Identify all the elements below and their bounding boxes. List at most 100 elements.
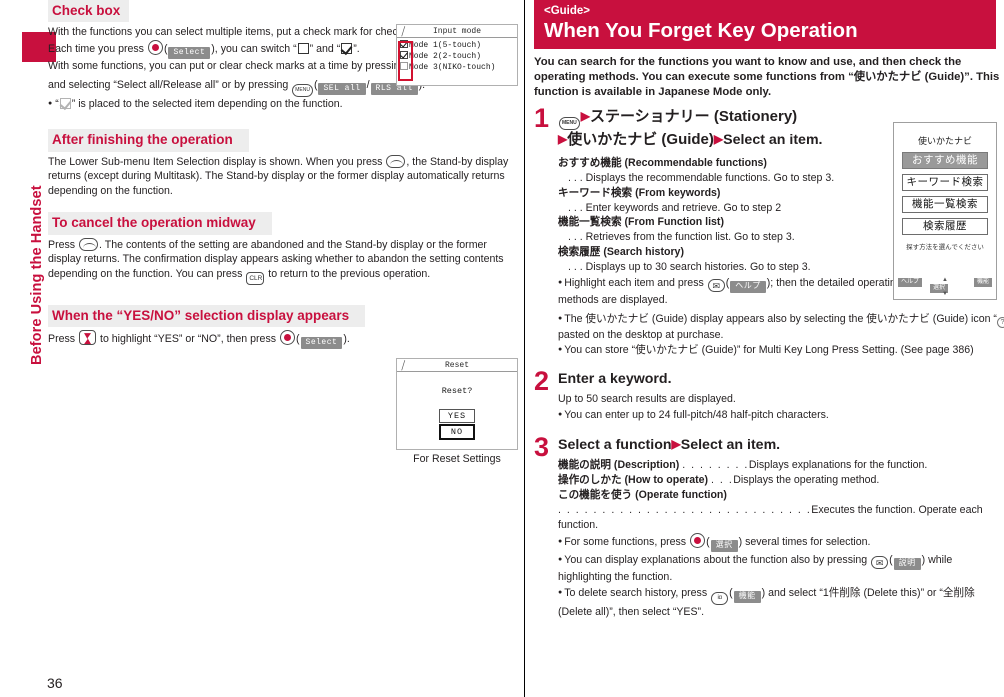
- reset-dialog-body: Reset? YES NO: [397, 372, 517, 440]
- note-text-a: For some functions, press: [564, 536, 687, 549]
- option-row: 機能の説明 (Description) . . . . . . . .Displ…: [558, 458, 1004, 473]
- page-number: 36: [47, 675, 63, 691]
- figure-caption: For Reset Settings: [413, 453, 501, 465]
- figure-guide-screen: 使いかたナビ おすすめ機能 キーワード検索 機能一覧検索 検索履歴 探す方法を選…: [893, 122, 997, 300]
- reset-question: Reset?: [441, 386, 473, 396]
- figure-input-mode: ╱ Input mode Mode 1(5-touch) Mode 2(2-to…: [396, 24, 518, 86]
- explain-softkey-label: 説明: [893, 558, 921, 571]
- menu-key-icon: MENU: [292, 83, 313, 97]
- option-name-en: (Description): [613, 459, 680, 472]
- section-heading: To cancel the operation midway: [48, 212, 272, 235]
- note-bullet: Highlight each item and press ✉(ヘルプ); th…: [558, 276, 908, 308]
- option-name-en: (From Function list): [624, 216, 724, 229]
- note-bullet: You can display explanations about the f…: [558, 553, 1004, 585]
- note-bullet: For some functions, press (選択) several t…: [558, 533, 1004, 553]
- step-title: Enter a keyword.: [558, 371, 672, 388]
- option-name-en: (Operate function): [635, 488, 727, 501]
- step-title: Select a function▶Select an item.: [558, 436, 1004, 454]
- paragraph-part-a: Press: [48, 333, 76, 346]
- option-name-jp: 機能の説明: [558, 459, 611, 472]
- side-tab-label: Before Using the Handset: [29, 185, 45, 365]
- step-number: 2: [534, 366, 550, 397]
- softkey-left[interactable]: ヘルプ: [898, 278, 923, 287]
- step-body: 機能の説明 (Description) . . . . . . . .Displ…: [558, 458, 1004, 620]
- step-note: Up to 50 search results are displayed.: [558, 393, 736, 406]
- yes-button[interactable]: YES: [439, 409, 475, 423]
- select-softkey-label: Select: [300, 337, 343, 350]
- right-column: <Guide> When You Forget Key Operation Yo…: [534, 0, 1004, 620]
- section-heading: After finishing the operation: [48, 129, 249, 152]
- side-tab: Before Using the Handset: [0, 32, 56, 365]
- softkey-right[interactable]: 機能: [973, 278, 992, 287]
- step-3: 3 Select a function▶Select an item. 機能の説…: [534, 434, 1004, 620]
- guide-menu-item-keyword[interactable]: キーワード検索: [902, 174, 988, 191]
- screenshot-title-bar: ╱ Input mode: [397, 25, 517, 38]
- arrow-icon: ▶: [671, 437, 681, 452]
- option-description: . . . Displays up to 30 search histories…: [568, 260, 811, 273]
- guide-screen-title: 使いかたナビ: [917, 136, 972, 146]
- note-text: You can store “使いかたナビ (Guide)” for Multi…: [564, 344, 974, 357]
- help-softkey-label: ヘルプ: [730, 280, 766, 293]
- i-alpha-key-icon: iɑ: [711, 592, 729, 606]
- option-row-long: . . . . . . . . . . . . . . . . . . . . …: [558, 503, 1004, 533]
- step-title-line-2-jp: 使いかたナビ (Guide): [567, 130, 714, 148]
- option-name-jp: 操作のしかた: [558, 474, 622, 487]
- option-name-jp: 検索履歴: [558, 246, 601, 259]
- option-name-en: (Recommendable functions): [624, 157, 767, 170]
- option-name-jp: おすすめ機能: [558, 157, 622, 170]
- dot-leader: . . . . . . . .: [682, 459, 749, 472]
- checkbox-empty-icon: [297, 42, 309, 54]
- section-heading: Check box: [48, 0, 130, 23]
- note-text-a: Highlight each item and press: [564, 276, 704, 289]
- list-item: Mode 3(NIKO-touch): [397, 62, 517, 73]
- section-body: Press to highlight “YES” or “NO”, then p…: [48, 330, 518, 350]
- option-name-jp: この機能を使う: [558, 488, 633, 501]
- note-bullet: You can enter up to 24 full-pitch/48 hal…: [558, 408, 1004, 423]
- step-title-part-b: Select an item.: [680, 437, 781, 454]
- option-row: 検索履歴 (Search history): [558, 245, 908, 260]
- paragraph-3-part-a: With some functions, you can put or clea…: [48, 59, 406, 72]
- checkbox-checked-icon: [341, 42, 353, 54]
- no-button[interactable]: NO: [439, 424, 475, 440]
- paragraph-part-b: to highlight “YES” or “NO”, then press: [100, 333, 277, 346]
- pencil-icon: ╱: [400, 361, 407, 372]
- guide-menu-item-function-list[interactable]: 機能一覧検索: [902, 196, 988, 213]
- note-text-a: You can display explanations about the f…: [564, 554, 868, 567]
- option-description: Displays the operating method.: [733, 474, 880, 487]
- section-after-finishing: After finishing the operation The Lower …: [48, 129, 518, 198]
- note-bullet: You can store “使いかたナビ (Guide)” for Multi…: [558, 343, 1004, 358]
- option-name-en: (How to operate): [624, 474, 709, 487]
- select-key-icon: [147, 39, 163, 55]
- note-text-a: The 使いかたナビ (Guide) display appears also …: [564, 312, 997, 325]
- guide-menu-item-recommended[interactable]: おすすめ機能: [902, 152, 988, 169]
- end-key-icon: [79, 237, 99, 251]
- paragraph-2-part-a: Each time you press: [48, 42, 144, 55]
- option-row: この機能を使う (Operate function): [558, 488, 1004, 503]
- step-title-part-a: Select a function: [558, 437, 672, 454]
- section-body: The Lower Sub-menu Item Selection displa…: [48, 154, 518, 199]
- navigation-key-icon: [79, 330, 97, 346]
- option-row: 操作のしかた (How to operate) . . .Displays th…: [558, 473, 1004, 488]
- list-item-label: Mode 3(NIKO-touch): [409, 63, 496, 72]
- figure-reset: ╱ Reset Reset? YES NO For Reset Settings: [396, 358, 518, 465]
- paragraph-part-c: ).: [343, 333, 350, 346]
- select-key-icon: [280, 330, 295, 346]
- menu-key-icon: MENU: [559, 116, 580, 130]
- note-bullet: The 使いかたナビ (Guide) display appears also …: [558, 312, 1004, 343]
- sel-all-softkey-label: SEL all: [318, 82, 366, 95]
- guide-banner: <Guide> When You Forget Key Operation: [534, 0, 996, 50]
- option-description: Displays explanations for the function.: [748, 459, 928, 472]
- option-row: おすすめ機能 (Recommendable functions): [558, 156, 908, 171]
- manual-page: Before Using the Handset 36 Check box Wi…: [0, 0, 1004, 697]
- paragraph-part-c: to return to the previous operation.: [268, 267, 431, 280]
- option-row: キーワード検索 (From keywords): [558, 186, 908, 201]
- paragraph-part-a: The Lower Sub-menu Item Selection displa…: [48, 155, 383, 168]
- option-name-jp: キーワード検索: [558, 186, 633, 199]
- mail-key-icon: ✉: [707, 278, 725, 292]
- option-name-en: (From keywords): [635, 186, 721, 199]
- up-arrow-icon: ▲: [942, 277, 948, 283]
- arrow-icon: ▶: [580, 108, 590, 123]
- function-softkey-label: 機能: [733, 591, 761, 604]
- screenshot-title-bar: ╱ Reset: [397, 359, 517, 372]
- guide-menu-item-history[interactable]: 検索履歴: [902, 218, 988, 235]
